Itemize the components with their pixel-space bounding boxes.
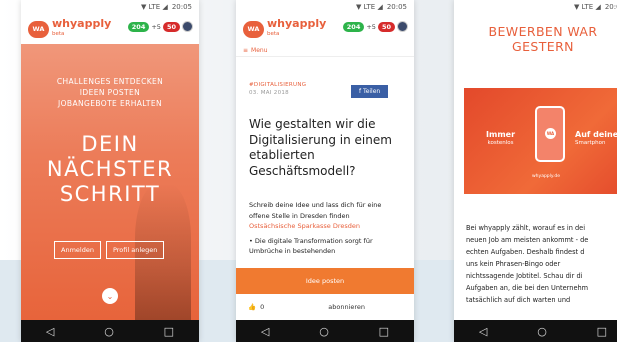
article-body: Schreib deine Idee und lass dich für ein… [249,200,404,257]
signal-icon: ▼ LTE ◢ [140,3,168,11]
phone-article: ▼ LTE ◢ 20:05 WA whyapply beta 204 +5 50… [236,0,414,342]
facebook-icon: f [359,88,362,95]
page-title: BEWERBEN WAR GESTERN [454,24,617,54]
recent-apps-icon[interactable]: □ [597,325,607,338]
smartphone-icon: WA [535,106,565,162]
status-bar: ▼ LTE ◢ 20:05 [236,0,414,14]
logo-icon[interactable]: WA [243,20,264,38]
hero-title: DEIN NÄCHSTER SCHRITT [21,132,199,207]
recent-apps-icon[interactable]: □ [164,325,174,338]
screenshot-stage: ▼ LTE ◢ 20:05 WA whyapply beta 204 +5 50… [0,0,617,342]
tagline-line: JOBANGEBOTE ERHALTEN [58,99,162,108]
company-link[interactable]: Ostsächsische Sparkasse Dresden [249,221,404,232]
subscribe-button[interactable]: abonnieren [328,303,365,311]
video-right-sub: Smartphon [575,140,606,146]
text-line: Bei whyapply zählt, worauf es in dei [466,224,586,232]
points-plus: +5 [151,22,161,31]
points-plus: +5 [366,22,376,31]
login-button[interactable]: Anmelden [54,241,101,259]
points-red-badge: 50 [162,21,180,32]
article-footer: 👍 0 abonnieren [236,294,414,320]
video-left-text: Immer kostenlos [486,130,515,148]
points-badges[interactable]: 204 +5 50 [342,21,408,32]
video-right-text: Auf deine Smartphon [575,130,617,148]
hero-buttons: Anmelden Profil anlegen [54,241,165,259]
hero-tagline: CHALLENGES ENTDECKEN IDEEN POSTEN JOBANG… [21,76,199,109]
signal-icon: ▼ LTE ◢ [573,3,601,11]
avatar[interactable] [182,21,193,32]
tagline-line: IDEEN POSTEN [79,88,141,97]
thumbs-up-icon: 👍 [248,303,257,311]
clock: 20:05 [604,3,617,11]
logo-beta: beta [52,31,65,37]
video-left-label: Immer [486,130,516,139]
back-icon[interactable]: ◁ [261,325,269,338]
home-icon[interactable]: ○ [319,325,329,338]
recent-apps-icon[interactable]: □ [379,325,389,338]
post-idea-button[interactable]: Idee posten [236,268,414,294]
avatar[interactable] [397,21,408,32]
share-label: Teilen [363,88,381,95]
like-button[interactable]: 👍 0 [248,303,264,311]
status-bar: ▼ LTE ◢ 20:05 [454,0,617,14]
tagline-line: CHALLENGES ENTDECKEN [56,77,164,86]
scroll-down-icon[interactable]: ⌄ [102,288,118,304]
text-line: echten Aufgaben. Deshalb findest d [466,248,585,256]
home-icon[interactable]: ○ [537,325,547,338]
points-red-badge: 50 [377,21,395,32]
clock: 20:05 [386,3,407,11]
back-icon[interactable]: ◁ [479,325,487,338]
video-left-sub: kostenlos [487,140,514,146]
video-right-label: Auf deine [575,130,617,139]
hamburger-icon: ≡ [243,46,249,54]
menu-label: Menu [251,46,268,54]
title-line: SCHRITT [59,182,161,206]
app-header: WA whyapply beta 204 +5 50 [236,14,414,44]
like-count: 0 [260,303,265,311]
android-nav-bar: ◁ ○ □ [21,320,199,342]
android-nav-bar: ◁ ○ □ [454,320,617,342]
logo-icon: WA [545,128,556,139]
signal-icon: ▼ LTE ◢ [355,3,383,11]
title-line: BEWERBEN WAR [488,24,598,39]
status-bar: ▼ LTE ◢ 20:05 [21,0,199,14]
share-button[interactable]: f Teilen [351,85,389,98]
article-meta: #DIGITALISIERUNG 03. MAI 2018 [249,82,306,96]
menu-toggle[interactable]: ≡ Menu [236,44,414,57]
logo-name[interactable]: whyapply beta [52,18,111,39]
hero-section: CHALLENGES ENTDECKEN IDEEN POSTEN JOBANG… [21,44,199,320]
text-line: tatsächlich auf dich warten und [466,296,571,304]
text-line: uns kein Phrasen-Bingo oder [466,260,561,268]
promo-video[interactable]: Immer kostenlos WA Auf deine Smartphon w… [464,88,617,194]
points-badges[interactable]: 204 +5 50 [127,21,193,32]
points-green-badge: 204 [342,21,365,32]
logo-beta: beta [267,31,280,37]
clock: 20:05 [171,3,192,11]
phone-home: ▼ LTE ◢ 20:05 WA whyapply beta 204 +5 50… [21,0,199,342]
points-green-badge: 204 [127,21,150,32]
logo-icon[interactable]: WA [28,20,49,38]
article-hashtag[interactable]: #DIGITALISIERUNG [249,82,306,88]
create-profile-button[interactable]: Profil anlegen [105,241,165,259]
article-bullet: • Die digitale Transformation sorgt für … [249,236,373,256]
back-icon[interactable]: ◁ [46,325,54,338]
title-line: NÄCHSTER [46,157,174,181]
video-caption: whyapply.de [532,174,560,179]
about-text: Bei whyapply zählt, worauf es in dei neu… [466,222,617,306]
android-nav-bar: ◁ ○ □ [236,320,414,342]
text-line: neuen Job am meisten ankommt - de [466,236,589,244]
app-header: WA whyapply beta 204 +5 50 [21,14,199,44]
title-line: GESTERN [512,39,574,54]
title-line: DEIN [81,132,139,156]
text-line: Aufgaben an, die bei den Unternehm [466,284,589,292]
phone-about: ▼ LTE ◢ 20:05 BEWERBEN WAR GESTERN Immer… [454,0,617,342]
logo-name[interactable]: whyapply beta [267,18,326,39]
article-title: Wie gestalten wir die Digitalisierung in… [249,117,392,178]
article-date: 03. MAI 2018 [249,90,289,96]
home-icon[interactable]: ○ [104,325,114,338]
text-line: nichtssagende Jobtitel. Schau dir di [466,272,583,280]
article-intro: Schreib deine Idee und lass dich für ein… [249,201,382,220]
